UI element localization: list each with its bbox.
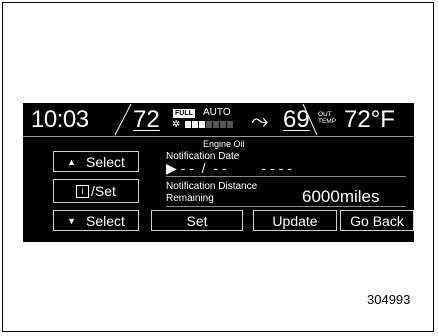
fan-speed-bars[interactable] — [185, 121, 233, 128]
triangle-down-icon: ▼ — [67, 215, 76, 226]
update-button[interactable]: Update — [253, 210, 337, 231]
notification-date-field[interactable]: ▶ - - / - - - - - - — [166, 160, 414, 178]
set-button[interactable]: Set — [151, 210, 243, 231]
display-screen: 10:03 72 FULL AUTO ✲ ⤳ 69 OUT TEMP 72°F … — [23, 103, 414, 242]
fan-level-segment — [213, 121, 219, 128]
select-down-label: Select — [86, 212, 125, 229]
vent-airflow-icon[interactable]: ⤳ — [251, 108, 269, 134]
info-set-label: /Set — [91, 183, 116, 199]
info-set-button[interactable]: i /Set — [53, 179, 139, 203]
divider-slash-icon — [114, 103, 132, 136]
fan-level-segment — [199, 121, 205, 128]
date-row-divider — [166, 176, 406, 177]
fan-icon: ✲ — [172, 119, 181, 130]
remaining-label: Remaining — [166, 193, 214, 204]
screen-heading: Engine Oil — [203, 139, 245, 149]
notification-date-value: ▶ - - / - - - - - - — [166, 160, 292, 176]
distance-row-divider — [166, 206, 406, 207]
climate-status-bar: 10:03 72 FULL AUTO ✲ ⤳ 69 OUT TEMP 72°F — [23, 103, 414, 137]
divider-backslash-icon — [302, 103, 318, 136]
select-up-button[interactable]: ▲ Select — [53, 151, 139, 172]
remaining-distance-value: 6000miles — [302, 187, 380, 206]
fan-level-segment — [206, 121, 212, 128]
info-icon: i — [76, 184, 90, 198]
figure-number: 304993 — [367, 292, 411, 307]
triangle-up-icon: ▲ — [67, 156, 76, 167]
select-up-label: Select — [86, 153, 125, 170]
fan-level-segment — [192, 121, 198, 128]
outside-temp: 72°F — [344, 106, 395, 133]
go-back-button[interactable]: Go Back — [340, 210, 414, 231]
notification-distance-label: Notification Distance — [166, 181, 258, 192]
out-label-line2: TEMP — [318, 118, 337, 125]
auto-label: AUTO — [203, 107, 231, 118]
fan-level-segment — [185, 121, 191, 128]
fan-level-segment — [220, 121, 226, 128]
outside-temp-label: OUT TEMP — [318, 111, 336, 125]
full-badge: FULL — [173, 109, 195, 118]
driver-temp[interactable]: 72 — [133, 106, 160, 134]
fan-level-segment — [227, 121, 233, 128]
out-label-line1: OUT — [318, 111, 332, 118]
select-down-button[interactable]: ▼ Select — [53, 210, 139, 231]
clock: 10:03 — [31, 106, 89, 133]
